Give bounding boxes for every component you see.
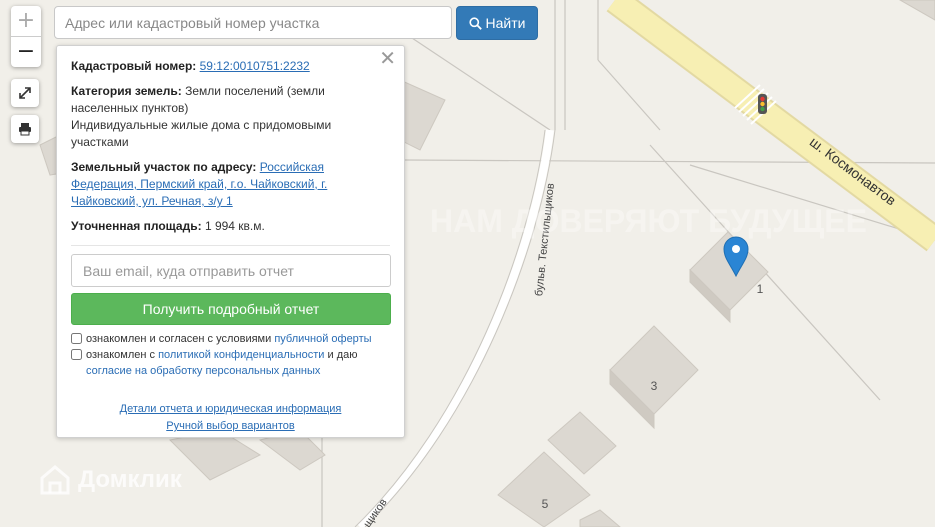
traffic-light-icon [758,94,767,114]
print-icon [19,123,31,136]
search-icon [468,16,482,30]
cadastral-number-link[interactable]: 59:12:0010751:2232 [200,59,310,73]
offer-consent-text: ознакомлен и согласен с условиями [86,333,272,345]
house-number-3: 3 [651,379,658,393]
area-value: 1 994 кв.м. [204,219,265,233]
parcel-info-popup: ✕ Кадастровый номер: 59:12:0010751:2232 … [56,45,405,438]
data-processing-link[interactable]: согласие на обработку персональных данны… [86,365,320,377]
print-button[interactable] [11,115,39,143]
report-details-link[interactable]: Детали отчета и юридическая информация [71,401,390,418]
privacy-consent-checkbox[interactable] [71,349,82,360]
category-row: Категория земель: Земли поселений (земли… [71,83,390,151]
brand-name: Домклик [78,466,182,493]
search-button-label: Найти [485,15,526,31]
domclick-logo-icon [40,465,70,495]
category-label: Категория земель: [71,84,182,98]
expand-icon [19,87,31,99]
search-input[interactable] [54,6,452,39]
cadastral-label: Кадастровый номер: [71,59,197,73]
close-popup-button[interactable]: ✕ [379,48,396,68]
offer-consent-checkbox[interactable] [71,333,82,344]
house-number-1: 1 [757,282,764,296]
offer-consent[interactable]: ознакомлен и согласен с условиями публич… [71,331,390,347]
zoom-control: + − [11,6,41,67]
privacy-consent[interactable]: ознакомлен с политикой конфиденциальност… [71,347,390,379]
address-label: Земельный участок по адресу: [71,160,257,174]
manual-selection-link[interactable]: Ручной выбор вариантов [71,418,390,435]
privacy-consent-label: ознакомлен с политикой конфиденциальност… [86,347,390,379]
search-button[interactable]: Найти [456,6,538,40]
cadastral-row: Кадастровый номер: 59:12:0010751:2232 [71,58,390,75]
domclick-watermark: Домклик [38,463,182,497]
zoom-in-button[interactable]: + [11,6,41,37]
watermark-text: НАМ ДОВЕРЯЮТ БУДУЩЕЕ [430,203,867,239]
zoom-out-button[interactable]: − [11,37,41,67]
privacy-consent-text: ознакомлен с [86,349,156,361]
house-number-5: 5 [542,497,549,511]
fullscreen-button[interactable] [11,79,39,107]
area-label: Уточненная площадь: [71,219,202,233]
divider [71,245,390,246]
footer-links: Детали отчета и юридическая информация Р… [71,401,390,435]
usage-value: Индивидуальные жилые дома с придомовыми … [71,118,332,149]
get-report-button[interactable]: Получить подробный отчет [71,293,391,325]
privacy-policy-link[interactable]: политикой конфиденциальности [158,349,324,361]
email-field[interactable] [71,254,391,287]
offer-consent-label: ознакомлен и согласен с условиями публич… [86,331,372,347]
address-row: Земельный участок по адресу: Российская … [71,159,390,210]
privacy-consent-mid: и даю [327,349,358,361]
area-row: Уточненная площадь: 1 994 кв.м. [71,218,390,235]
public-offer-link[interactable]: публичной оферты [274,333,371,345]
